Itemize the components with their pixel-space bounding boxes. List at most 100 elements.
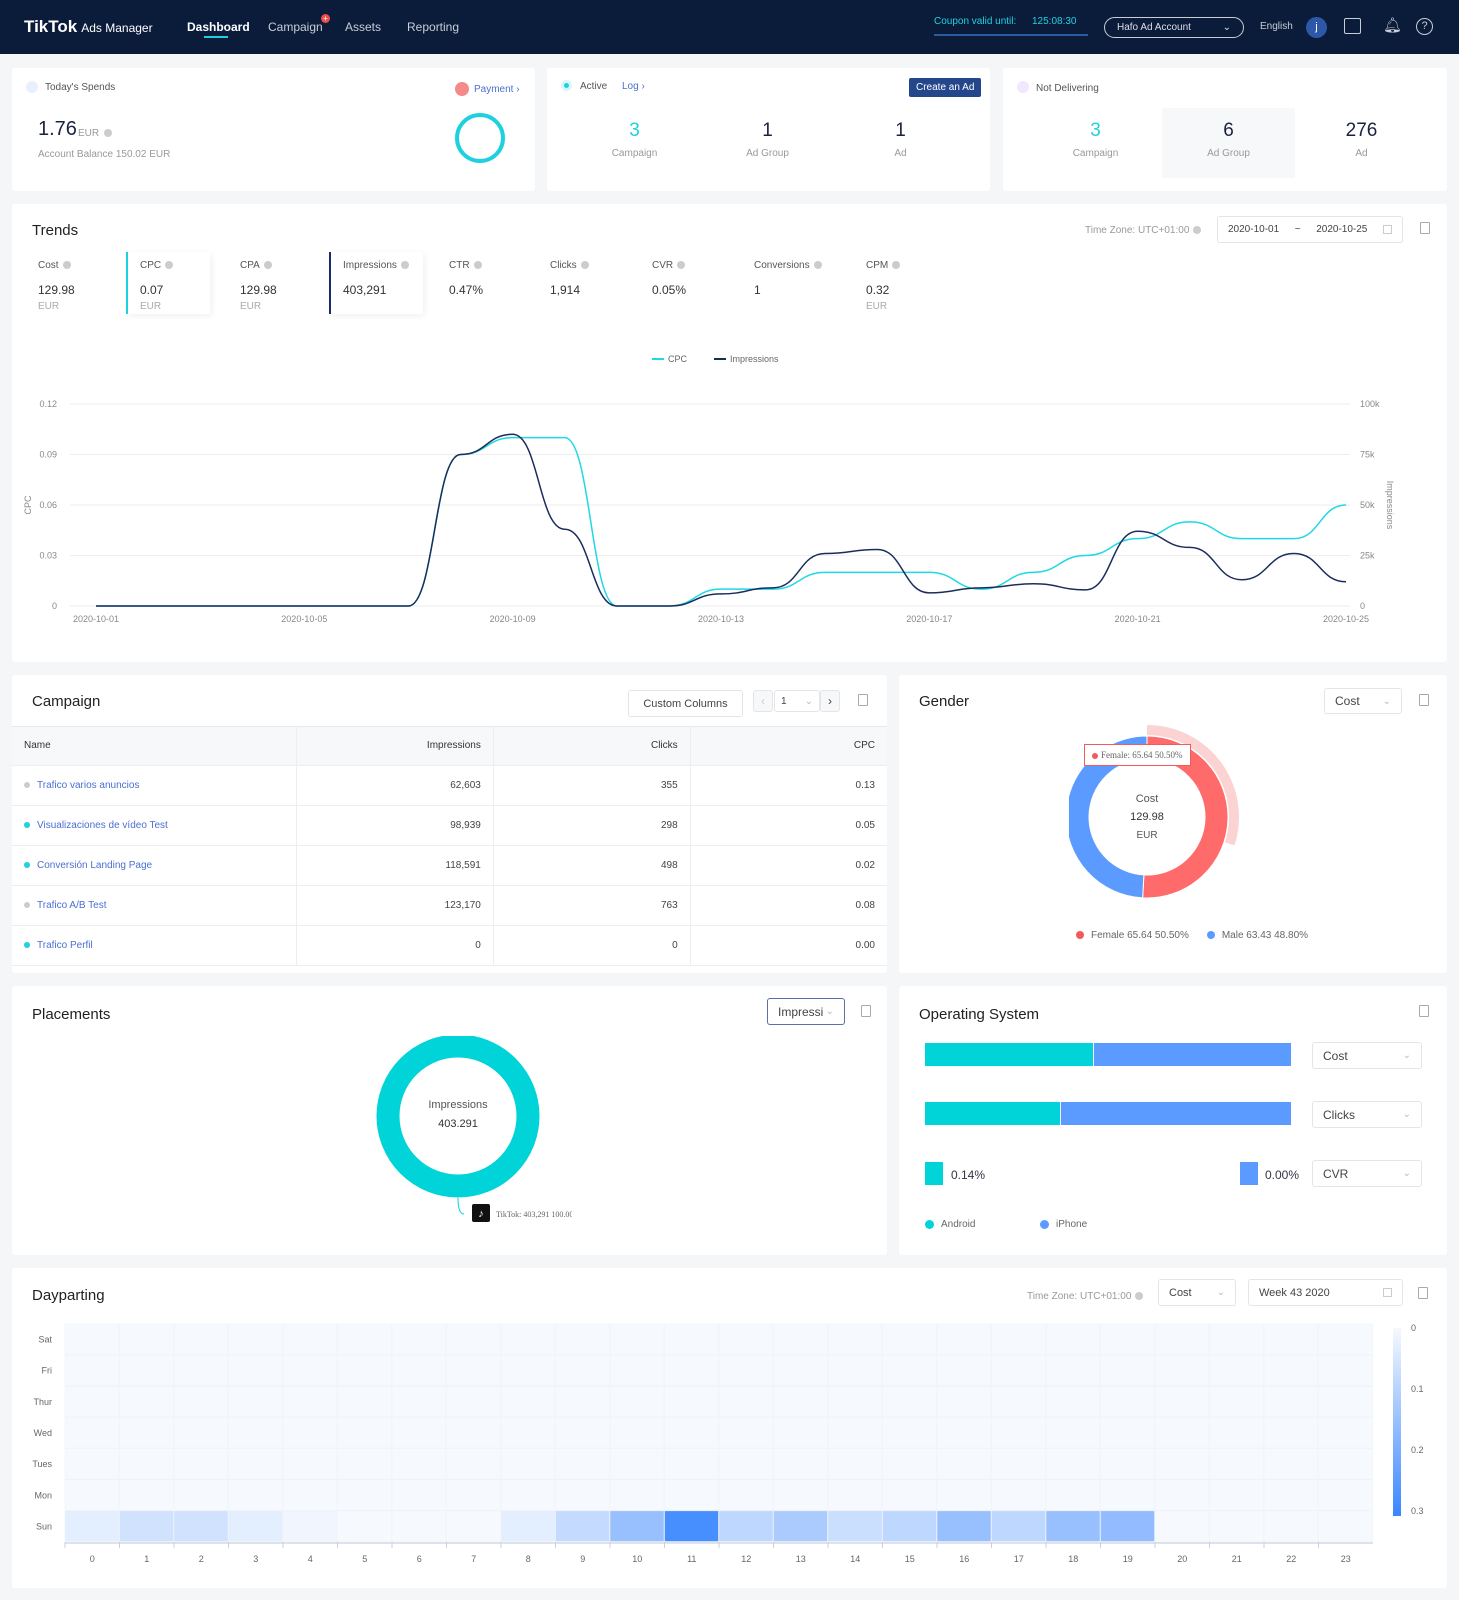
heat-cell[interactable] bbox=[1318, 1323, 1373, 1355]
heat-cell[interactable] bbox=[718, 1510, 774, 1542]
heat-cell[interactable] bbox=[1154, 1417, 1210, 1449]
heat-cell[interactable] bbox=[119, 1417, 174, 1449]
heat-cell[interactable] bbox=[773, 1479, 828, 1511]
heat-cell[interactable] bbox=[228, 1510, 283, 1542]
export-icon[interactable] bbox=[861, 1005, 871, 1017]
heat-cell[interactable] bbox=[64, 1386, 120, 1418]
heat-cell[interactable] bbox=[664, 1354, 719, 1387]
heat-cell[interactable] bbox=[173, 1417, 229, 1449]
heat-cell[interactable] bbox=[991, 1386, 1046, 1418]
avatar[interactable]: j bbox=[1306, 17, 1327, 38]
payment-link[interactable]: Payment › bbox=[474, 84, 520, 95]
placements-metric-select[interactable]: Impressi ⌄ bbox=[767, 998, 845, 1025]
heat-cell[interactable] bbox=[1045, 1386, 1101, 1418]
heat-cell[interactable] bbox=[991, 1354, 1046, 1387]
color-scale-bar[interactable] bbox=[1393, 1328, 1401, 1516]
heat-cell[interactable] bbox=[173, 1479, 229, 1511]
heat-cell[interactable] bbox=[173, 1386, 229, 1418]
heat-cell[interactable] bbox=[1154, 1448, 1210, 1480]
create-ad-button[interactable]: Create an Ad bbox=[909, 78, 982, 97]
heat-cell[interactable] bbox=[446, 1354, 501, 1387]
bell-icon[interactable]: 🔔︎ bbox=[1383, 16, 1402, 34]
heat-cell[interactable] bbox=[64, 1323, 120, 1355]
heat-cell[interactable] bbox=[555, 1354, 610, 1387]
legend-label[interactable]: CPC bbox=[668, 354, 688, 364]
metric-impressions[interactable]: Impressions 403,291 bbox=[329, 252, 423, 314]
heat-cell[interactable] bbox=[773, 1510, 828, 1542]
heat-cell[interactable] bbox=[882, 1323, 937, 1355]
metric-ctr[interactable]: CTR 0.47% bbox=[437, 252, 527, 314]
heat-cell[interactable] bbox=[1100, 1448, 1155, 1480]
help-icon[interactable]: ? bbox=[1416, 18, 1433, 35]
info-icon[interactable] bbox=[400, 261, 409, 270]
heat-cell[interactable] bbox=[664, 1448, 719, 1480]
heat-cell[interactable] bbox=[228, 1386, 283, 1418]
heat-cell[interactable] bbox=[446, 1323, 501, 1355]
custom-columns-button[interactable]: Custom Columns bbox=[628, 690, 743, 717]
heat-cell[interactable] bbox=[1045, 1417, 1101, 1449]
heat-cell[interactable] bbox=[1209, 1354, 1264, 1387]
heat-cell[interactable] bbox=[228, 1354, 283, 1387]
heat-cell[interactable] bbox=[282, 1386, 338, 1418]
heat-cell[interactable] bbox=[500, 1448, 556, 1480]
heat-cell[interactable] bbox=[446, 1510, 501, 1542]
campaign-link[interactable]: Trafico Perfil bbox=[37, 940, 93, 951]
heat-cell[interactable] bbox=[1100, 1323, 1155, 1355]
stat-ad-group[interactable]: 6 Ad Group bbox=[1162, 108, 1295, 178]
heat-cell[interactable] bbox=[1045, 1510, 1101, 1542]
heat-cell[interactable] bbox=[773, 1323, 828, 1355]
page-select[interactable]: 1 ⌄ bbox=[774, 690, 820, 712]
heat-cell[interactable] bbox=[337, 1479, 392, 1511]
heat-cell[interactable] bbox=[664, 1510, 719, 1542]
heat-cell[interactable] bbox=[228, 1448, 283, 1480]
heat-cell[interactable] bbox=[1100, 1417, 1155, 1449]
heat-cell[interactable] bbox=[1154, 1479, 1210, 1511]
heat-cell[interactable] bbox=[718, 1448, 774, 1480]
heat-cell[interactable] bbox=[991, 1417, 1046, 1449]
date-range-picker[interactable]: 2020-10-01 ~2020-10-25 bbox=[1217, 216, 1403, 243]
heat-cell[interactable] bbox=[1100, 1354, 1155, 1387]
legend-female[interactable]: Female 65.64 50.50% bbox=[1076, 930, 1189, 941]
heat-cell[interactable] bbox=[446, 1479, 501, 1511]
heat-cell[interactable] bbox=[555, 1417, 610, 1449]
column-header[interactable]: Clicks bbox=[493, 727, 691, 766]
heat-cell[interactable] bbox=[337, 1448, 392, 1480]
heat-cell[interactable] bbox=[1263, 1448, 1319, 1480]
legend-android[interactable]: Android bbox=[925, 1219, 975, 1230]
heat-cell[interactable] bbox=[1263, 1510, 1319, 1542]
heat-cell[interactable] bbox=[1318, 1417, 1373, 1449]
heat-cell[interactable] bbox=[1154, 1386, 1210, 1418]
heat-cell[interactable] bbox=[936, 1417, 992, 1449]
heat-cell[interactable] bbox=[555, 1448, 610, 1480]
stat-ad[interactable]: 1 Ad bbox=[833, 120, 968, 159]
os-metric-select-2[interactable]: Clicks ⌄ bbox=[1312, 1101, 1422, 1128]
heat-cell[interactable] bbox=[1318, 1479, 1373, 1511]
heat-cell[interactable] bbox=[337, 1510, 392, 1542]
heat-cell[interactable] bbox=[500, 1479, 556, 1511]
heat-cell[interactable] bbox=[1263, 1386, 1319, 1418]
heat-cell[interactable] bbox=[773, 1386, 828, 1418]
heat-cell[interactable] bbox=[1263, 1354, 1319, 1387]
column-header[interactable]: Name bbox=[12, 727, 298, 766]
heat-cell[interactable] bbox=[1045, 1354, 1101, 1387]
inbox-icon[interactable] bbox=[1344, 18, 1361, 34]
nav-campaign[interactable]: Campaign bbox=[268, 20, 323, 34]
heat-cell[interactable] bbox=[64, 1479, 120, 1511]
heat-cell[interactable] bbox=[173, 1354, 229, 1387]
heat-cell[interactable] bbox=[882, 1354, 937, 1387]
heat-cell[interactable] bbox=[228, 1323, 283, 1355]
heat-cell[interactable] bbox=[882, 1386, 937, 1418]
legend-label[interactable]: Impressions bbox=[730, 354, 779, 364]
nav-assets[interactable]: Assets bbox=[345, 20, 381, 34]
os-metric-select-3[interactable]: CVR ⌄ bbox=[1312, 1160, 1422, 1187]
heat-cell[interactable] bbox=[173, 1323, 229, 1355]
heat-cell[interactable] bbox=[446, 1417, 501, 1449]
heat-cell[interactable] bbox=[773, 1417, 828, 1449]
iphone-bar-clicks[interactable] bbox=[1061, 1102, 1291, 1125]
account-selector[interactable]: Hafo Ad Account ⌄ bbox=[1104, 17, 1244, 38]
heat-cell[interactable] bbox=[391, 1448, 447, 1480]
heat-cell[interactable] bbox=[337, 1323, 392, 1355]
stat-ad[interactable]: 276 Ad bbox=[1295, 108, 1428, 178]
heat-cell[interactable] bbox=[337, 1417, 392, 1449]
heat-cell[interactable] bbox=[119, 1323, 174, 1355]
